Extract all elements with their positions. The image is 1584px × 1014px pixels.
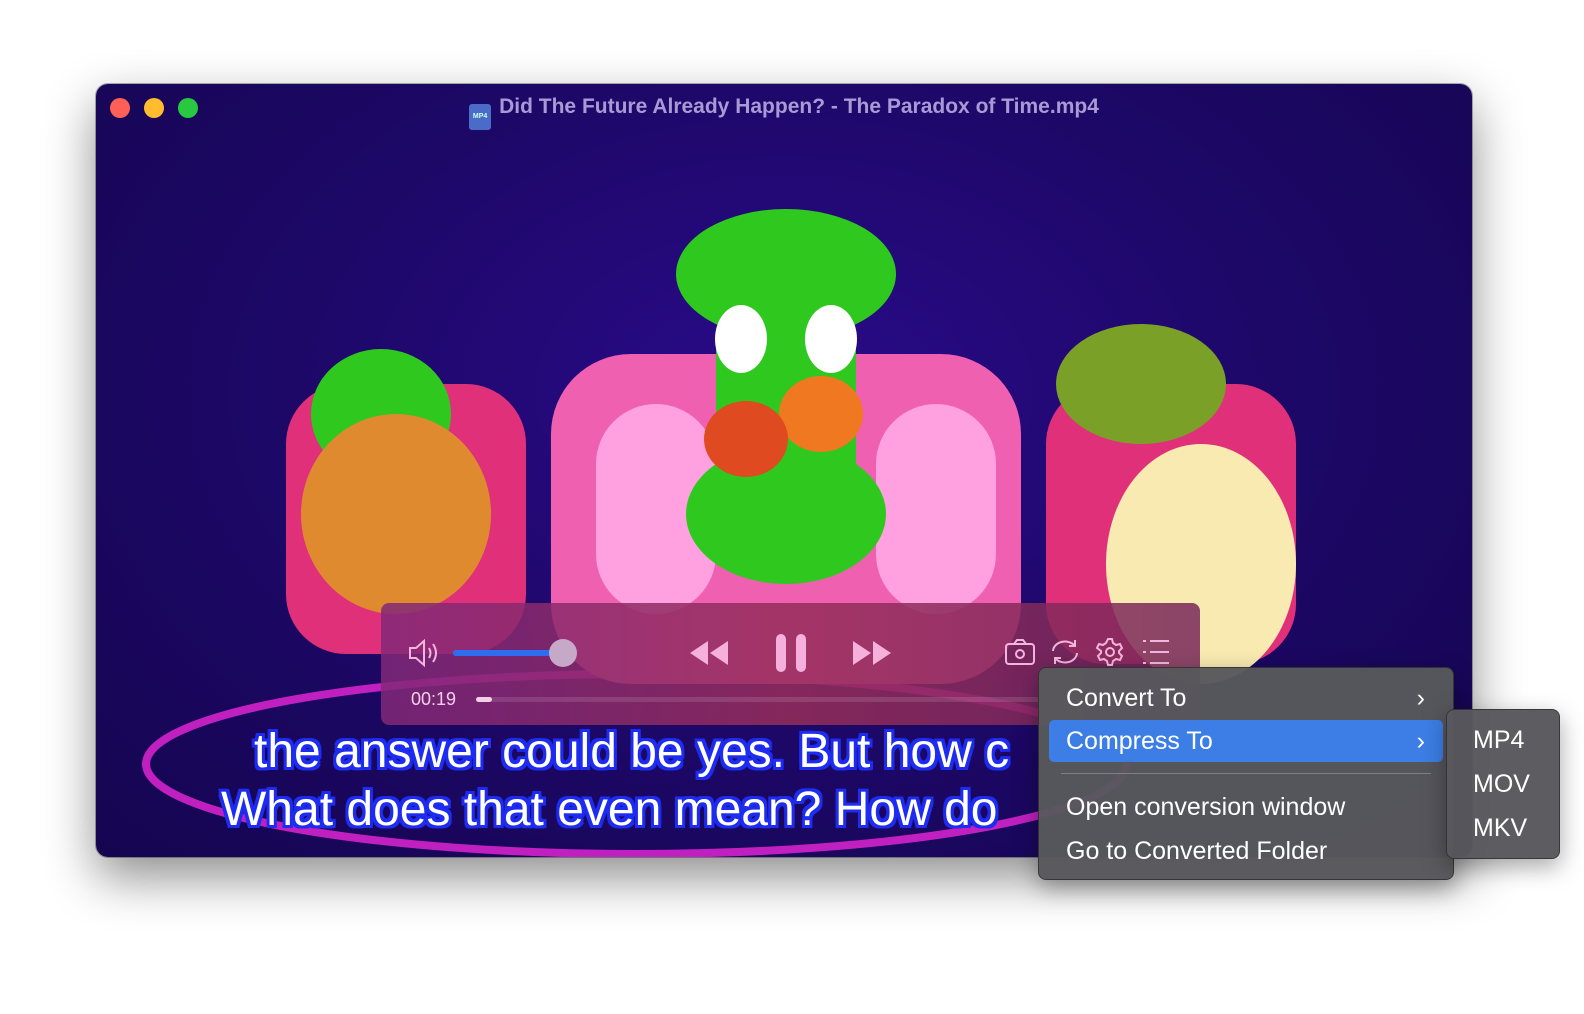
menu-label: Go to Converted Folder	[1066, 837, 1328, 865]
compress-submenu: MP4 MOV MKV	[1446, 709, 1560, 859]
menu-divider	[1061, 773, 1431, 774]
menu-label: Convert To	[1066, 684, 1187, 712]
window-title: MP4 Did The Future Already Happen? - The …	[96, 92, 1472, 130]
fast-forward-button[interactable]	[851, 639, 893, 667]
chevron-right-icon: ›	[1416, 684, 1425, 712]
pause-button[interactable]	[774, 633, 808, 673]
title-text: Did The Future Already Happen? - The Par…	[499, 95, 1099, 118]
menu-item-go-to-converted-folder[interactable]: Go to Converted Folder	[1049, 830, 1443, 872]
chevron-right-icon: ›	[1416, 727, 1425, 755]
elapsed-time: 00:19	[411, 689, 457, 709]
playlist-icon[interactable]	[1141, 638, 1171, 666]
menu-item-convert-to[interactable]: Convert To ›	[1049, 677, 1443, 719]
menu-item-compress-to[interactable]: Compress To ›	[1049, 720, 1443, 762]
submenu-item-mp4[interactable]: MP4	[1455, 719, 1549, 761]
convert-icon[interactable]	[1049, 637, 1081, 667]
camera-icon[interactable]	[1004, 638, 1036, 666]
submenu-item-mov[interactable]: MOV	[1455, 763, 1549, 805]
menu-item-open-conversion-window[interactable]: Open conversion window	[1049, 786, 1443, 828]
mp4-file-icon: MP4	[469, 104, 492, 130]
menu-label: Open conversion window	[1066, 793, 1346, 821]
volume-icon[interactable]	[407, 637, 441, 669]
gear-icon[interactable]	[1095, 637, 1125, 667]
menu-label: Compress To	[1066, 727, 1213, 755]
rewind-button[interactable]	[688, 639, 730, 667]
volume-slider[interactable]	[453, 639, 577, 667]
context-menu: Convert To › Compress To › Open conversion…	[1038, 667, 1454, 880]
volume-knob[interactable]	[549, 639, 577, 667]
submenu-item-mkv[interactable]: MKV	[1455, 807, 1549, 849]
